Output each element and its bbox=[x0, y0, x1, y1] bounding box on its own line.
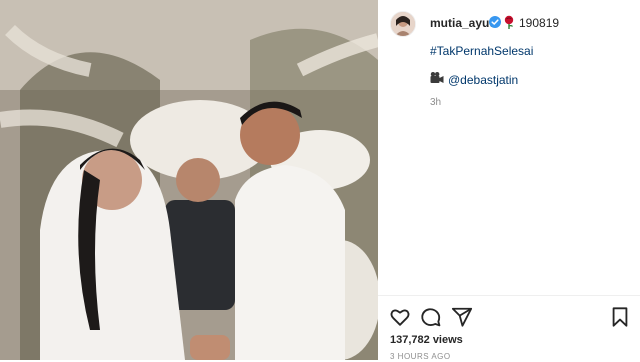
post-video[interactable] bbox=[0, 0, 378, 360]
bookmark-icon[interactable] bbox=[609, 306, 631, 328]
mention-link[interactable]: @debastjatin bbox=[448, 73, 518, 87]
post-timestamp: 3h bbox=[430, 97, 442, 108]
username-link[interactable]: mutia_ayuu bbox=[430, 16, 497, 30]
wedding-photo-illustration bbox=[0, 0, 378, 360]
caption-number: 190819 bbox=[519, 16, 560, 30]
hashtag-link[interactable]: #TakPernahSelesai bbox=[430, 44, 533, 58]
heart-icon[interactable] bbox=[389, 306, 411, 328]
view-count[interactable]: 137,782 views bbox=[390, 334, 463, 347]
comment-icon[interactable] bbox=[420, 306, 442, 328]
movie-camera-emoji-icon bbox=[430, 72, 444, 83]
time-ago: 3 HOURS AGO bbox=[390, 352, 451, 361]
avatar-image bbox=[391, 12, 415, 36]
rose-emoji-icon bbox=[504, 15, 514, 29]
share-icon[interactable] bbox=[451, 306, 473, 328]
actions-divider bbox=[378, 295, 640, 296]
post-details-panel: mutia_ayuu 190819 #TakPernahSelesai @deb… bbox=[378, 0, 640, 361]
verified-badge-icon bbox=[489, 16, 501, 28]
user-avatar[interactable] bbox=[390, 11, 416, 37]
